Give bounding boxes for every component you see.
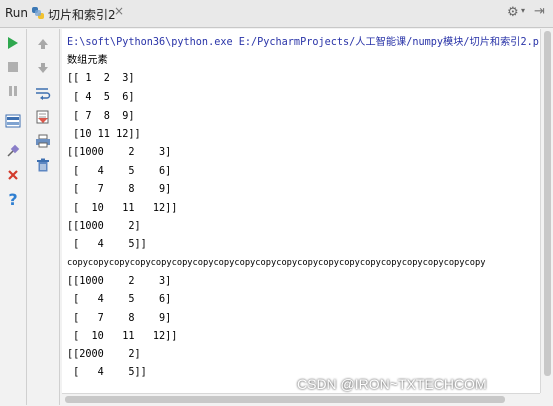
scroll-to-end-icon[interactable]: [33, 107, 53, 127]
close-icon[interactable]: [3, 165, 23, 185]
console-line: [ 4 5 6]: [67, 166, 172, 177]
print-icon[interactable]: [33, 131, 53, 151]
console-line: 数组元素: [67, 55, 108, 66]
trash-icon[interactable]: [33, 155, 53, 175]
watermark: CSDN @IRON~TXTECHCOM: [297, 376, 487, 392]
console-line: copycopycopycopycopycopycopycopycopycopy…: [67, 258, 486, 268]
console-line: [[ 1 2 3]: [67, 73, 135, 84]
help-icon[interactable]: ?: [3, 189, 23, 209]
run-label: Run: [5, 6, 29, 20]
vertical-scrollbar-thumb[interactable]: [544, 31, 551, 376]
console-line: [ 7 8 9]: [67, 184, 172, 195]
arrow-down-icon[interactable]: [33, 58, 53, 78]
stop-icon[interactable]: [3, 57, 23, 77]
console-line: [10 11 12]]: [67, 129, 141, 140]
console-line: [ 4 5 6]: [67, 92, 135, 103]
console-line: [ 4 5 6]: [67, 294, 172, 305]
gear-icon[interactable]: ⚙: [507, 5, 519, 20]
console-line: [[1000 2 3]: [67, 147, 172, 158]
console-line: [ 4 5]]: [67, 367, 147, 378]
horizontal-scrollbar-thumb[interactable]: [65, 396, 505, 403]
console-toolbar: [27, 29, 60, 405]
console-line: [ 10 11 12]]: [67, 331, 178, 342]
horizontal-scrollbar[interactable]: [62, 393, 540, 406]
console-line: [ 4 5]]: [67, 239, 147, 250]
console-line: [ 7 8 9]: [67, 313, 172, 324]
console-line: [ 7 8 9]: [67, 111, 135, 122]
console-output[interactable]: E:\soft\Python36\python.exe E:/PycharmPr…: [62, 29, 540, 393]
pause-icon[interactable]: [3, 81, 23, 101]
soft-wrap-icon[interactable]: [33, 83, 53, 103]
run-tab-label[interactable]: 切片和索引2: [48, 6, 116, 23]
console-line: [[1000 2 3]: [67, 276, 172, 287]
pin-icon[interactable]: [3, 141, 23, 161]
python-icon: [32, 7, 44, 19]
vertical-scrollbar[interactable]: [540, 29, 553, 393]
run-tool-window-header: Run 切片和索引2 × ⚙ ▾ ⇥: [0, 0, 553, 28]
left-toolbar: ?: [0, 29, 27, 405]
console-command-line: E:\soft\Python36\python.exe E:/PycharmPr…: [67, 37, 539, 48]
run-icon[interactable]: [3, 33, 23, 53]
hide-panel-icon[interactable]: ⇥: [534, 4, 545, 19]
console-line: [ 10 11 12]]: [67, 203, 178, 214]
console-line: [[2000 2]: [67, 349, 141, 360]
console-line: [[1000 2]: [67, 221, 141, 232]
layout-icon[interactable]: [3, 111, 23, 131]
close-tab-icon[interactable]: ×: [114, 4, 124, 18]
chevron-down-icon[interactable]: ▾: [521, 6, 525, 15]
arrow-up-icon[interactable]: [33, 34, 53, 54]
